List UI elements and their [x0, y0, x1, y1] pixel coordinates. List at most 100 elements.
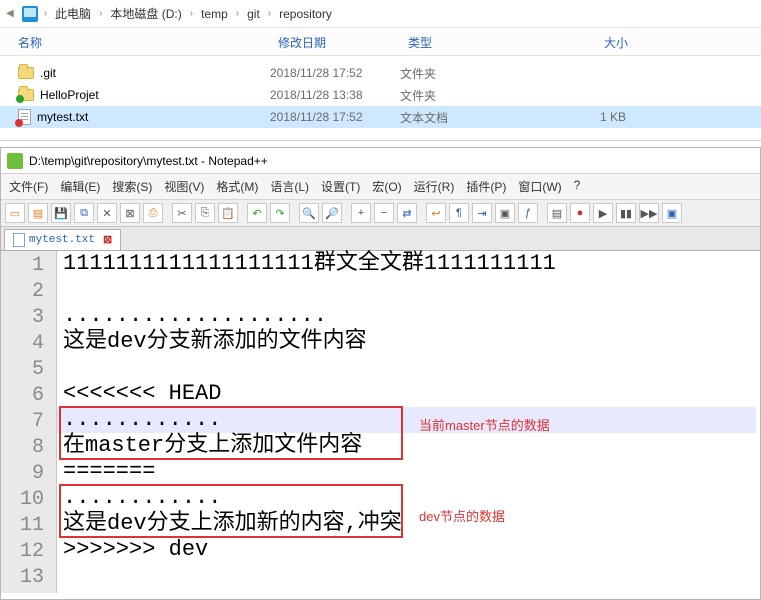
col-name[interactable]: 名称 [0, 34, 270, 51]
back-icon[interactable]: ◀ [6, 8, 14, 19]
chevron-right-icon: › [190, 8, 193, 19]
find-button[interactable]: 🔍 [299, 203, 319, 223]
file-modified: 2018/11/28 17:52 [270, 66, 400, 80]
chevron-right-icon: › [99, 8, 102, 19]
file-icon [13, 233, 25, 247]
annotation-label-master: 当前master节点的数据 [419, 415, 550, 434]
undo-button[interactable]: ↶ [247, 203, 267, 223]
file-list: .git2018/11/28 17:52文件夹HelloProjet2018/1… [0, 56, 761, 140]
code-line[interactable]: .................... [57, 303, 756, 329]
col-type[interactable]: 类型 [400, 34, 516, 51]
tab-mytest[interactable]: mytest.txt ⊠ [4, 229, 121, 250]
chevron-right-icon: › [236, 8, 239, 19]
file-type: 文件夹 [400, 65, 516, 82]
wrap-button[interactable]: ↩ [426, 203, 446, 223]
menu-item[interactable]: ? [574, 178, 581, 195]
code-line[interactable]: 这是dev分支新添加的文件内容 [57, 329, 756, 355]
print-button[interactable]: ⎙ [143, 203, 163, 223]
menu-item[interactable]: 设置(T) [321, 178, 360, 195]
file-type: 文件夹 [400, 87, 516, 104]
editor[interactable]: 12345678910111213 1111111111111111111群文全… [1, 251, 760, 599]
save-button[interactable]: 💾 [51, 203, 71, 223]
file-name: .git [40, 66, 56, 80]
separator [241, 203, 244, 223]
chevron-right-icon: › [268, 8, 271, 19]
line-gutter: 12345678910111213 [1, 251, 57, 593]
col-modified[interactable]: 修改日期 [270, 34, 400, 51]
notepad-icon [7, 153, 23, 169]
zoom-out-button[interactable]: − [374, 203, 394, 223]
tab-bar: mytest.txt ⊠ [1, 227, 760, 251]
breadcrumb[interactable]: ◀ › 此电脑 › 本地磁盘 (D:) › temp › git › repos… [0, 0, 761, 28]
close-button[interactable]: ✕ [97, 203, 117, 223]
breadcrumb-seg[interactable]: repository [277, 7, 334, 21]
cut-button[interactable]: ✂ [172, 203, 192, 223]
file-row[interactable]: mytest.txt2018/11/28 17:52文本文档1 KB [0, 106, 761, 128]
code-line[interactable]: ............ [57, 485, 756, 511]
play-button[interactable]: ▶ [593, 203, 613, 223]
paste-button[interactable]: 📋 [218, 203, 238, 223]
separator [345, 203, 348, 223]
col-size[interactable]: 大小 [516, 34, 636, 51]
function-button[interactable]: ƒ [518, 203, 538, 223]
copy-button[interactable]: ⎘ [195, 203, 215, 223]
save-macro-button[interactable]: ▣ [662, 203, 682, 223]
doc-button[interactable]: ▤ [547, 203, 567, 223]
redo-button[interactable]: ↷ [270, 203, 290, 223]
menu-item[interactable]: 运行(R) [414, 178, 455, 195]
file-icon [18, 109, 31, 125]
file-row[interactable]: .git 2018/11/28 17:52文件夹 [0, 62, 761, 84]
stop-button[interactable]: ▮▮ [616, 203, 636, 223]
file-explorer: ◀ › 此电脑 › 本地磁盘 (D:) › temp › git › repos… [0, 0, 761, 141]
separator [166, 203, 169, 223]
menu-item[interactable]: 宏(O) [372, 178, 401, 195]
menu-item[interactable]: 插件(P) [466, 178, 506, 195]
menu-item[interactable]: 格式(M) [216, 178, 258, 195]
file-modified: 2018/11/28 17:52 [270, 110, 400, 124]
show-all-button[interactable]: ¶ [449, 203, 469, 223]
code-line[interactable]: 1111111111111111111群文全文群1111111111 [57, 251, 756, 277]
indent-button[interactable]: ⇥ [472, 203, 492, 223]
menu-item[interactable]: 语言(L) [270, 178, 309, 195]
breadcrumb-seg[interactable]: git [245, 7, 262, 21]
menu-item[interactable]: 文件(F) [9, 178, 48, 195]
code-line[interactable] [57, 563, 756, 589]
file-type: 文本文档 [400, 109, 516, 126]
code-area[interactable]: 1111111111111111111群文全文群1111111111......… [57, 251, 760, 593]
folder-icon [18, 89, 34, 101]
close-tab-icon[interactable]: ⊠ [103, 233, 112, 247]
annotation-label-dev: dev节点的数据 [419, 506, 505, 525]
record-button[interactable]: ● [570, 203, 590, 223]
code-line[interactable]: 这是dev分支上添加新的内容,冲突 [57, 511, 756, 537]
code-line[interactable]: >>>>>>> dev [57, 537, 756, 563]
replace-button[interactable]: 🔎 [322, 203, 342, 223]
file-modified: 2018/11/28 13:38 [270, 88, 400, 102]
separator [420, 203, 423, 223]
save-all-button[interactable]: ⧉ [74, 203, 94, 223]
menu-item[interactable]: 编辑(E) [60, 178, 100, 195]
code-line[interactable] [57, 277, 756, 303]
new-file-button[interactable]: ▭ [5, 203, 25, 223]
menu-item[interactable]: 视图(V) [164, 178, 204, 195]
folder-button[interactable]: ▣ [495, 203, 515, 223]
code-line[interactable]: 在master分支上添加文件内容 [57, 433, 756, 459]
code-line[interactable]: ............ [57, 407, 756, 433]
sync-button[interactable]: ⇄ [397, 203, 417, 223]
breadcrumb-seg[interactable]: temp [199, 7, 230, 21]
file-row[interactable]: HelloProjet2018/11/28 13:38文件夹 [0, 84, 761, 106]
menu-item[interactable]: 搜索(S) [112, 178, 152, 195]
menu-item[interactable]: 窗口(W) [518, 178, 561, 195]
code-line[interactable]: ======= [57, 459, 756, 485]
code-line[interactable]: <<<<<<< HEAD [57, 381, 756, 407]
zoom-in-button[interactable]: + [351, 203, 371, 223]
breadcrumb-seg[interactable]: 本地磁盘 (D:) [108, 5, 183, 22]
open-file-button[interactable]: ▤ [28, 203, 48, 223]
pc-icon [22, 6, 38, 22]
window-title-bar[interactable]: D:\temp\git\repository\mytest.txt - Note… [1, 148, 760, 174]
toolbar: ▭ ▤ 💾 ⧉ ✕ ⊠ ⎙ ✂ ⎘ 📋 ↶ ↷ 🔍 🔎 + − ⇄ ↩ ¶ ⇥ … [1, 200, 760, 227]
notepad-window: D:\temp\git\repository\mytest.txt - Note… [0, 147, 761, 600]
fast-button[interactable]: ▶▶ [639, 203, 659, 223]
code-line[interactable] [57, 355, 756, 381]
close-all-button[interactable]: ⊠ [120, 203, 140, 223]
breadcrumb-seg[interactable]: 此电脑 [53, 5, 93, 22]
